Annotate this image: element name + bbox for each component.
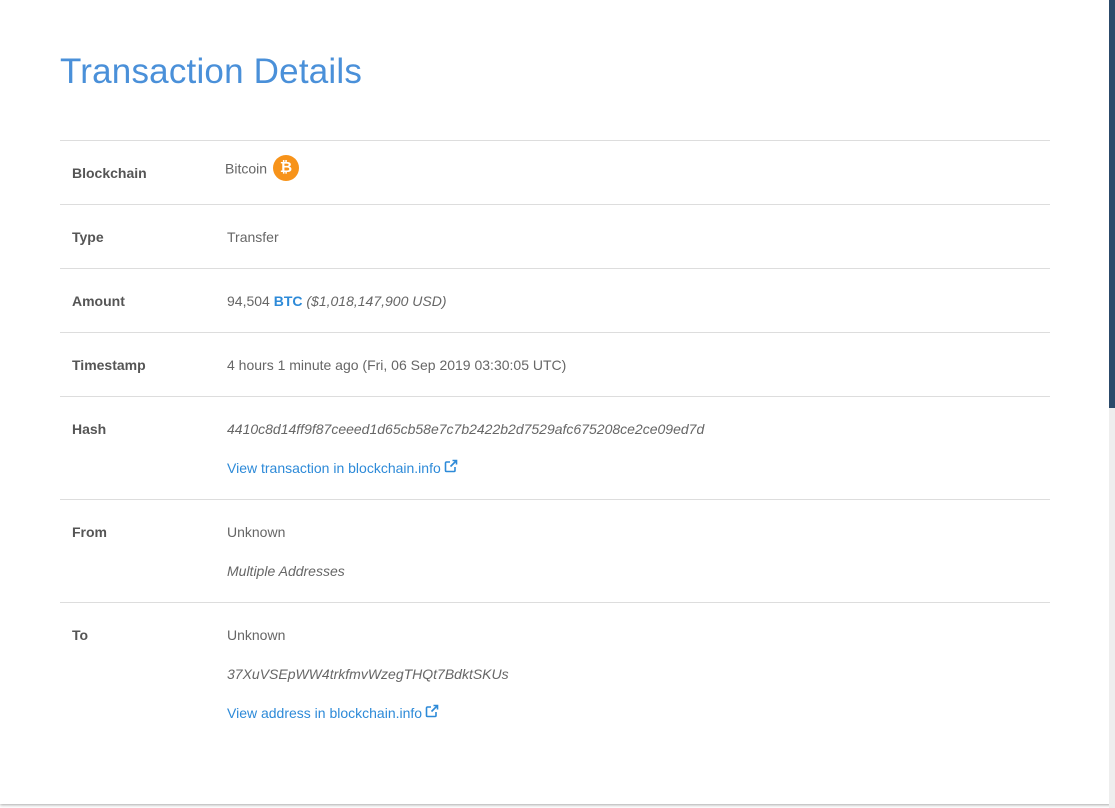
timestamp-label: Timestamp [72,357,146,373]
row-type: Type Transfer [60,205,1050,269]
blockchain-label: Blockchain [72,165,147,181]
from-owner: Unknown [227,524,286,540]
amount-quantity: 94,504 [227,293,270,309]
row-blockchain: Blockchain Bitcoin ₿ [60,141,1050,205]
type-value: Transfer [227,229,279,245]
view-transaction-link[interactable]: View transaction in blockchain.info [227,459,458,478]
to-owner: Unknown [227,627,286,643]
type-label: Type [72,229,104,245]
amount-unit: BTC [273,293,303,309]
amount-value-wrap: 94,504 BTC ($1,018,147,900 USD) [227,293,446,309]
to-label: To [72,627,89,643]
blockchain-value-wrap: Bitcoin ₿ [225,155,300,183]
hash-label: Hash [72,421,107,437]
row-timestamp: Timestamp 4 hours 1 minute ago (Fri, 06 … [60,333,1050,397]
blockchain-value: Bitcoin [225,160,268,177]
row-to: To Unknown 37XuVSEpWW4trkfmvWzegTHQt7Bdk… [60,603,1050,743]
from-label: From [72,524,107,540]
timestamp-value: 4 hours 1 minute ago (Fri, 06 Sep 2019 0… [227,357,567,373]
view-address-link-text: View address in blockchain.info [227,705,423,721]
details-table: Blockchain Bitcoin ₿ Type Transfer Amount… [60,140,1050,743]
vertical-scrollbar[interactable] [1109,0,1115,808]
row-amount: Amount 94,504 BTC ($1,018,147,900 USD) [60,269,1050,333]
external-link-icon [444,459,458,476]
to-address: 37XuVSEpWW4trkfmvWzegTHQt7BdktSKUs [227,666,509,682]
transaction-details-card: Transaction Details Blockchain Bitcoin ₿ … [0,0,1111,804]
row-hash: Hash 4410c8d14ff9f87ceeed1d65cb58e7c7b24… [60,397,1050,500]
bitcoin-icon: ₿ [273,155,300,181]
amount-usd: ($1,018,147,900 USD) [306,293,447,309]
page-title: Transaction Details [60,52,363,91]
amount-label: Amount [72,293,125,309]
view-address-link[interactable]: View address in blockchain.info [227,704,439,723]
hash-value: 4410c8d14ff9f87ceeed1d65cb58e7c7b2422b2d… [227,421,705,437]
scrollbar-thumb[interactable] [1109,0,1115,408]
from-address: Multiple Addresses [227,563,345,579]
external-link-icon [425,704,439,721]
view-transaction-link-text: View transaction in blockchain.info [227,460,441,476]
row-from: From Unknown Multiple Addresses [60,500,1050,603]
